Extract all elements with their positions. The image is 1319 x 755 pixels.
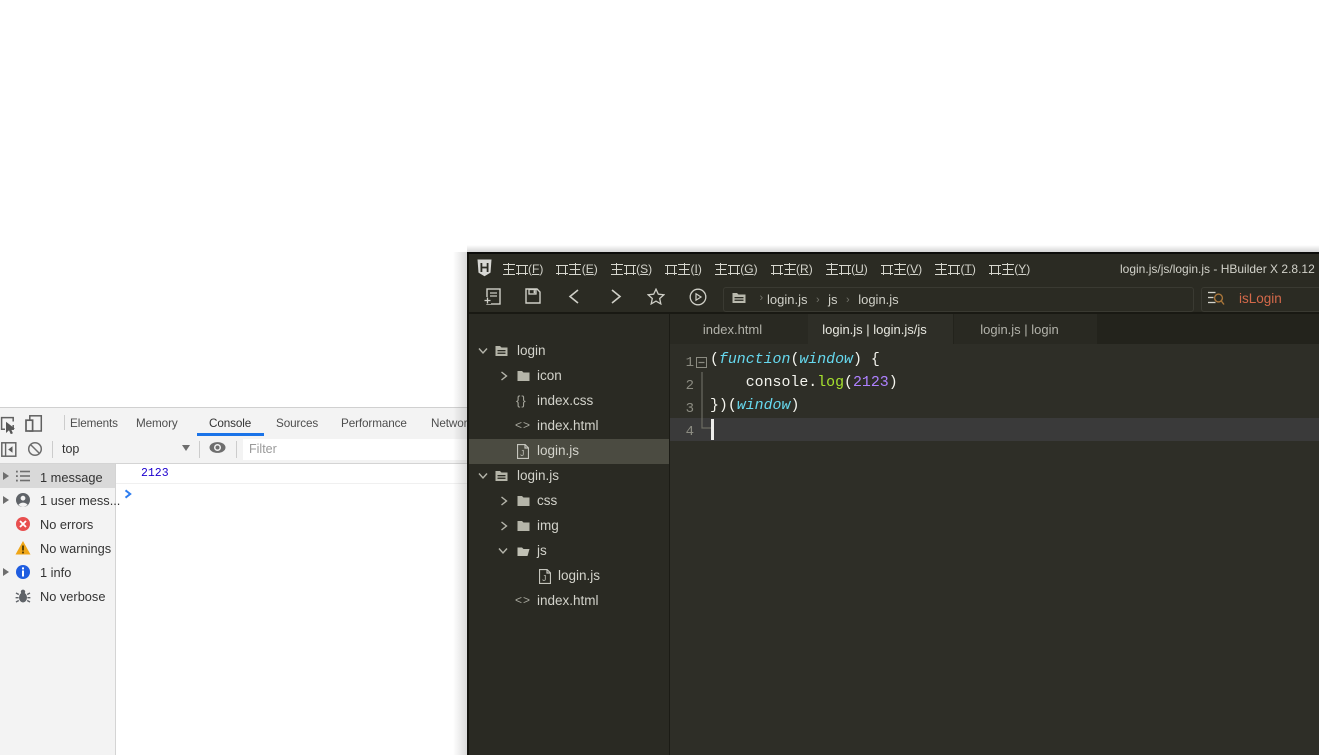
svg-text:J: J [542,574,546,583]
svg-text:J: J [520,449,524,458]
